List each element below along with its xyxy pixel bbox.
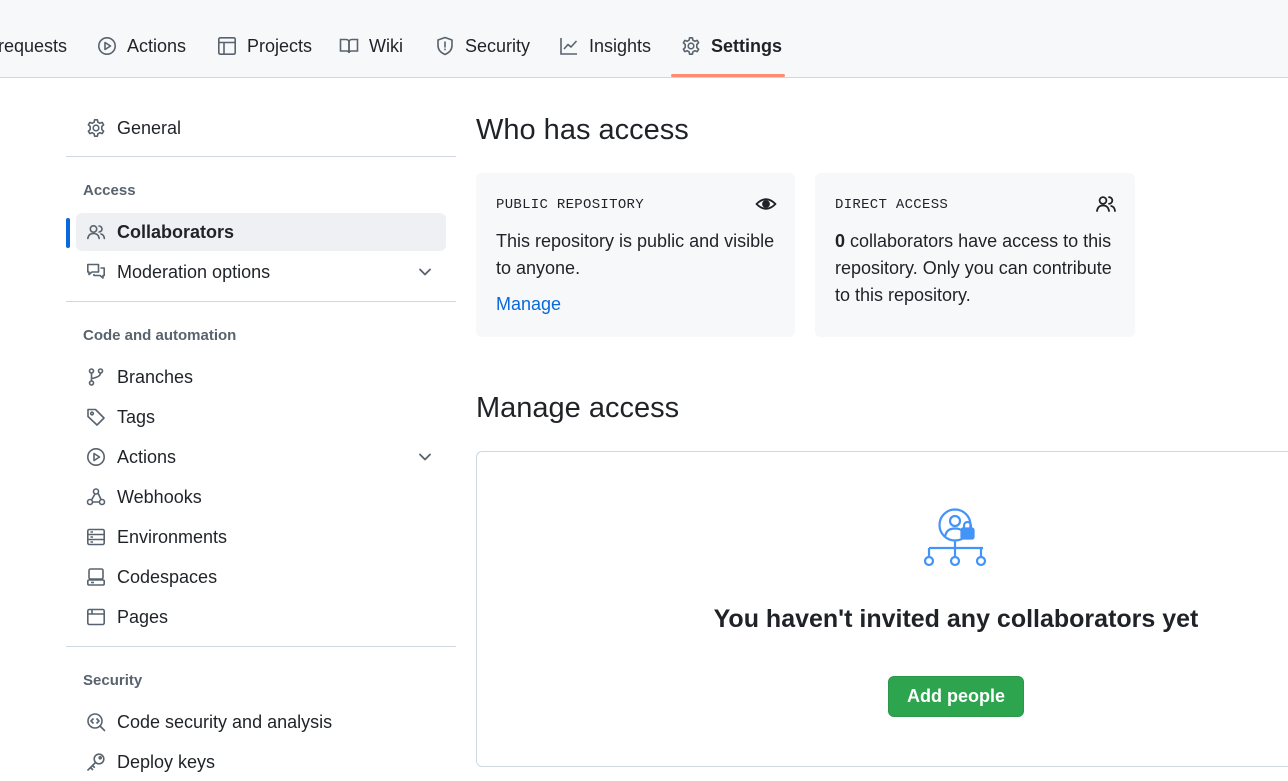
key-icon	[86, 752, 106, 772]
collaborator-count: 0	[835, 231, 846, 251]
sidebar-item-label: Deploy keys	[117, 751, 216, 772]
tab-label: Insights	[589, 36, 652, 56]
sidebar-item-webhooks[interactable]: Webhooks	[76, 478, 446, 516]
sidebar-item-label: Tags	[117, 406, 156, 427]
people-icon	[86, 222, 106, 242]
graph-icon	[559, 36, 579, 56]
sidebar-item-code-security[interactable]: Code security and analysis	[76, 703, 446, 741]
tab-label: Wiki	[369, 36, 403, 56]
table-icon	[217, 36, 237, 56]
box-label: PUBLIC REPOSITORY	[496, 197, 644, 213]
tab-settings[interactable]: Settings	[681, 22, 782, 74]
sidebar-item-collaborators[interactable]: Collaborators	[76, 213, 446, 251]
eye-icon	[755, 193, 777, 215]
tab-projects[interactable]: Projects	[217, 22, 312, 74]
sidebar-item-label: Collaborators	[117, 221, 235, 242]
sidebar-item-label: Code security and analysis	[117, 711, 333, 732]
play-icon	[97, 36, 117, 56]
sidebar-item-actions[interactable]: Actions	[76, 438, 446, 476]
tag-icon	[86, 407, 106, 427]
tab-security[interactable]: Security	[435, 22, 530, 74]
tab-pull-requests[interactable]: requests	[0, 22, 67, 74]
codescan-icon	[86, 712, 106, 732]
people-icon	[1095, 193, 1117, 215]
chevron-down-icon[interactable]	[416, 263, 434, 281]
add-people-button[interactable]: Add people	[888, 676, 1024, 717]
divider	[66, 301, 456, 302]
sidebar-item-pages[interactable]: Pages	[76, 598, 446, 636]
public-repository-box: PUBLIC REPOSITORY This repository is pub…	[476, 173, 795, 337]
settings-sidebar: General Access Collaborators Moderation …	[66, 78, 456, 773]
box-text: This repository is public and visible to…	[496, 231, 775, 278]
tab-label: Settings	[711, 36, 783, 56]
tab-wiki[interactable]: Wiki	[339, 22, 403, 74]
divider	[66, 156, 456, 157]
sidebar-item-tags[interactable]: Tags	[76, 398, 446, 436]
page-title-who-has-access: Who has access	[476, 114, 689, 146]
box-label: DIRECT ACCESS	[835, 197, 949, 213]
sidebar-item-label: Environments	[117, 526, 228, 547]
tab-label: Security	[465, 36, 531, 56]
comment-discussion-icon	[86, 262, 106, 282]
gear-icon	[681, 36, 701, 56]
server-icon	[86, 527, 106, 547]
tab-label: Projects	[247, 36, 313, 56]
person-lock-icon	[923, 507, 989, 569]
sidebar-item-deploy-keys[interactable]: Deploy keys	[76, 743, 446, 781]
sidebar-item-label: Moderation options	[117, 261, 271, 282]
webhook-icon	[86, 487, 106, 507]
box-text: 0 collaborators have access to this repo…	[835, 228, 1115, 309]
direct-access-text: collaborators have access to this reposi…	[835, 231, 1112, 305]
section-heading-security: Security	[83, 672, 143, 689]
direct-access-box: DIRECT ACCESS 0 collaborators have acces…	[815, 173, 1135, 337]
book-icon	[339, 36, 359, 56]
manage-access-panel: You haven't invited any collaborators ye…	[476, 451, 1288, 767]
sidebar-item-branches[interactable]: Branches	[76, 358, 446, 396]
git-branch-icon	[86, 367, 106, 387]
divider	[66, 646, 456, 647]
tab-actions[interactable]: Actions	[97, 22, 186, 74]
section-heading-access: Access	[83, 182, 136, 199]
sidebar-item-label: Webhooks	[117, 486, 202, 507]
sidebar-item-label: Codespaces	[117, 566, 218, 587]
sidebar-item-label: Actions	[117, 446, 177, 467]
manage-link[interactable]: Manage	[496, 294, 561, 315]
gear-icon	[86, 118, 106, 138]
tab-label: requests	[0, 36, 68, 56]
sidebar-item-label: Branches	[117, 366, 194, 387]
empty-state-title: You haven't invited any collaborators ye…	[713, 605, 1199, 633]
browser-icon	[86, 607, 106, 627]
tab-label: Actions	[127, 36, 187, 56]
tab-insights[interactable]: Insights	[559, 22, 651, 74]
sidebar-item-codespaces[interactable]: Codespaces	[76, 558, 446, 596]
shield-icon	[435, 36, 455, 56]
section-heading-code-automation: Code and automation	[83, 327, 237, 344]
sidebar-item-moderation[interactable]: Moderation options	[76, 253, 446, 291]
sidebar-item-label: Pages	[117, 606, 169, 627]
sidebar-item-label: General	[117, 117, 182, 138]
repo-nav: requests Actions Projects Wiki Security …	[0, 0, 1288, 78]
sidebar-item-general[interactable]: General	[76, 109, 446, 147]
sidebar-item-environments[interactable]: Environments	[76, 518, 446, 556]
play-icon	[86, 447, 106, 467]
selected-tab-underline	[671, 74, 785, 77]
section-title-manage-access: Manage access	[476, 392, 680, 424]
chevron-down-icon[interactable]	[416, 448, 434, 466]
active-indicator	[66, 218, 70, 248]
codespaces-icon	[86, 567, 106, 587]
